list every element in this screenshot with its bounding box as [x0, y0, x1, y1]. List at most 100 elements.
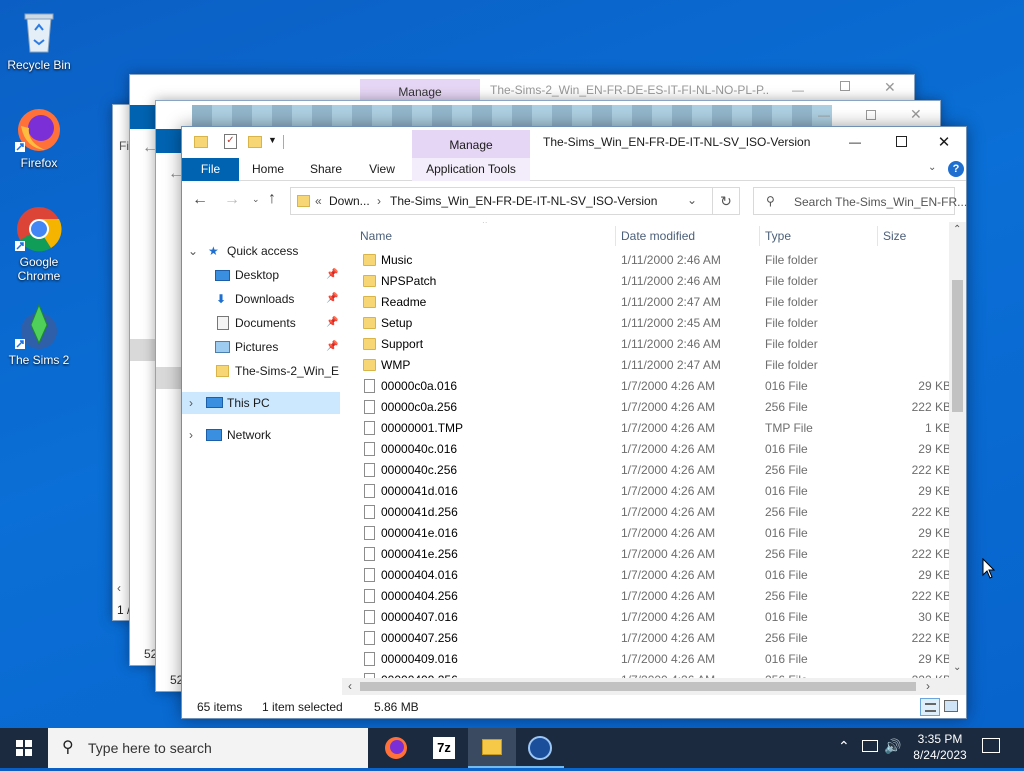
minimize-button[interactable]: — [792, 83, 804, 97]
clock[interactable]: 3:35 PM 8/24/2023 [908, 731, 972, 763]
title-bar[interactable]: ✓ ▼ Manage The-Sims_Win_EN-FR-DE-IT-NL-S… [182, 127, 966, 158]
start-button[interactable] [0, 728, 48, 768]
tab-share[interactable]: Share [302, 158, 350, 181]
file-row[interactable]: Support 1/11/2000 2:46 AM File folder [359, 334, 949, 355]
collapse-chevron-icon[interactable]: ⌄ [188, 240, 198, 262]
forward-button[interactable]: → [224, 191, 240, 209]
breadcrumb-current[interactable]: The-Sims_Win_EN-FR-DE-IT-NL-SV_ISO-Versi… [390, 194, 657, 208]
properties-icon[interactable]: ✓ [224, 134, 237, 149]
tab-home[interactable]: Home [244, 158, 292, 181]
file-row[interactable]: Setup 1/11/2000 2:45 AM File folder [359, 313, 949, 334]
expand-ribbon-icon[interactable]: ⌄ [928, 162, 936, 173]
minimize-button[interactable]: — [832, 127, 878, 158]
maximize-button[interactable] [840, 81, 850, 91]
column-header-name[interactable]: Name [359, 222, 615, 250]
file-row[interactable]: 00000409.016 1/7/2000 4:26 AM 016 File 29 K… [359, 649, 949, 670]
close-button[interactable]: ✕ [884, 79, 896, 96]
nav-pictures[interactable]: Pictures 📌 [182, 336, 340, 358]
scroll-left-arrow[interactable]: ‹ [117, 581, 121, 595]
file-row[interactable]: 0000041d.016 1/7/2000 4:26 AM 016 File 29 K… [359, 481, 949, 502]
file-row[interactable]: 0000040c.016 1/7/2000 4:26 AM 016 File 29 K… [359, 439, 949, 460]
column-divider[interactable] [759, 226, 760, 246]
breadcrumb-overflow[interactable]: « [315, 194, 322, 208]
file-row[interactable]: WMP 1/11/2000 2:47 AM File folder [359, 355, 949, 376]
file-row[interactable]: 00000c0a.256 1/7/2000 4:26 AM 256 File 222 … [359, 397, 949, 418]
column-divider[interactable] [615, 226, 616, 246]
network-status-icon[interactable] [862, 740, 878, 752]
nav-documents[interactable]: Documents 📌 [182, 312, 340, 334]
address-bar[interactable]: « Down... › The-Sims_Win_EN-FR-DE-IT-NL-… [290, 187, 740, 215]
taskbar-firefox[interactable] [372, 728, 420, 768]
close-button[interactable]: ✕ [910, 106, 922, 123]
details-view-button[interactable] [920, 698, 940, 716]
column-header-date[interactable]: Date modified [621, 222, 761, 250]
desktop-icon-firefox[interactable]: Firefox [1, 106, 77, 170]
address-dropdown-icon[interactable]: ⌄ [687, 193, 697, 207]
file-row[interactable]: 00000001.TMP 1/7/2000 4:26 AM TMP File 1 KB [359, 418, 949, 439]
taskbar-search-input[interactable]: Type here to search [88, 740, 212, 756]
quick-access-folder-icon[interactable] [194, 136, 208, 148]
customize-toolbar-icon[interactable]: ▼ [268, 135, 277, 145]
nav-desktop[interactable]: Desktop 📌 [182, 264, 340, 286]
scroll-thumb[interactable] [952, 280, 963, 412]
file-row[interactable]: Readme 1/11/2000 2:47 AM File folder [359, 292, 949, 313]
file-row[interactable]: 0000040c.256 1/7/2000 4:26 AM 256 File 222 … [359, 460, 949, 481]
scroll-up-arrow[interactable]: ⌃ [953, 224, 961, 235]
file-row[interactable]: 00000407.256 1/7/2000 4:26 AM 256 File 222 … [359, 628, 949, 649]
pin-icon[interactable]: 📌 [326, 336, 338, 358]
scroll-left-arrow[interactable]: ‹ [348, 679, 352, 693]
close-button[interactable]: ✕ [922, 127, 966, 158]
expand-chevron-icon[interactable]: › [189, 392, 193, 414]
nav-quick-access[interactable]: ⌄ ★ Quick access [182, 240, 340, 262]
scroll-thumb[interactable] [360, 682, 916, 691]
nav-sims2-folder[interactable]: The-Sims-2_Win_EN [182, 360, 340, 382]
pin-icon[interactable]: 📌 [326, 312, 338, 334]
show-hidden-icons-button[interactable]: ⌃ [838, 738, 850, 755]
desktop-icon-chrome[interactable]: Google Chrome [1, 205, 77, 283]
file-row[interactable]: Music 1/11/2000 2:46 AM File folder [359, 250, 949, 271]
file-row[interactable]: 0000041e.016 1/7/2000 4:26 AM 016 File 29 K… [359, 523, 949, 544]
manage-tab[interactable]: Manage [412, 130, 530, 158]
expand-chevron-icon[interactable]: › [189, 424, 193, 446]
up-button[interactable]: ↑ [268, 190, 276, 208]
tab-application-tools[interactable]: Application Tools [412, 158, 530, 181]
tab-view[interactable]: View [358, 158, 406, 181]
maximize-button[interactable] [866, 110, 876, 120]
column-divider[interactable] [877, 226, 878, 246]
volume-icon[interactable]: 🔊 [884, 738, 901, 755]
taskbar-7zip[interactable]: 7z [420, 728, 468, 768]
file-row[interactable]: 0000041d.256 1/7/2000 4:26 AM 256 File 222 … [359, 502, 949, 523]
notifications-icon[interactable] [982, 738, 1000, 753]
nav-this-pc[interactable]: › This PC [182, 392, 340, 414]
nav-downloads[interactable]: ⬇ Downloads 📌 [182, 288, 340, 310]
large-icons-view-button[interactable] [944, 700, 958, 712]
nav-network[interactable]: › Network [182, 424, 340, 446]
recent-locations-icon[interactable]: ⌄ [252, 194, 260, 205]
search-box[interactable]: ⚲ Search The-Sims_Win_EN-FR... [753, 187, 967, 215]
desktop-icon-recycle-bin[interactable]: Recycle Bin [1, 8, 77, 72]
file-row[interactable]: 00000407.016 1/7/2000 4:26 AM 016 File 30 K… [359, 607, 949, 628]
column-header-size[interactable]: Size [883, 222, 943, 250]
refresh-button[interactable]: ↻ [712, 187, 740, 215]
file-row[interactable]: 0000041e.256 1/7/2000 4:26 AM 256 File 222 … [359, 544, 949, 565]
file-row[interactable]: 00000404.016 1/7/2000 4:26 AM 016 File 29 K… [359, 565, 949, 586]
tab-file[interactable]: File [182, 158, 239, 181]
file-row[interactable]: NPSPatch 1/11/2000 2:46 AM File folder [359, 271, 949, 292]
help-icon[interactable]: ? [948, 161, 964, 177]
column-header-type[interactable]: Type [765, 222, 875, 250]
back-button[interactable]: ← [192, 191, 208, 209]
taskbar-file-explorer[interactable] [468, 728, 516, 768]
file-row[interactable]: 00000404.256 1/7/2000 4:26 AM 256 File 222 … [359, 586, 949, 607]
pin-icon[interactable]: 📌 [326, 288, 338, 310]
horizontal-scrollbar[interactable]: ‹ › [342, 678, 966, 695]
scroll-down-arrow[interactable]: ⌄ [953, 662, 961, 673]
minimize-button[interactable]: — [818, 108, 830, 122]
file-explorer-window[interactable]: ✓ ▼ Manage The-Sims_Win_EN-FR-DE-IT-NL-S… [181, 126, 967, 719]
taskbar-search-box[interactable]: ⚲ Type here to search [48, 728, 368, 768]
desktop-icon-sims2[interactable]: The Sims 2 [1, 303, 77, 367]
taskbar-sims-installer[interactable] [516, 728, 564, 768]
file-row[interactable]: 00000c0a.016 1/7/2000 4:26 AM 016 File 29 K… [359, 376, 949, 397]
maximize-button[interactable] [878, 127, 924, 158]
breadcrumb-downloads[interactable]: Down... [329, 194, 370, 208]
vertical-scrollbar[interactable]: ⌃ ⌄ [949, 222, 966, 682]
